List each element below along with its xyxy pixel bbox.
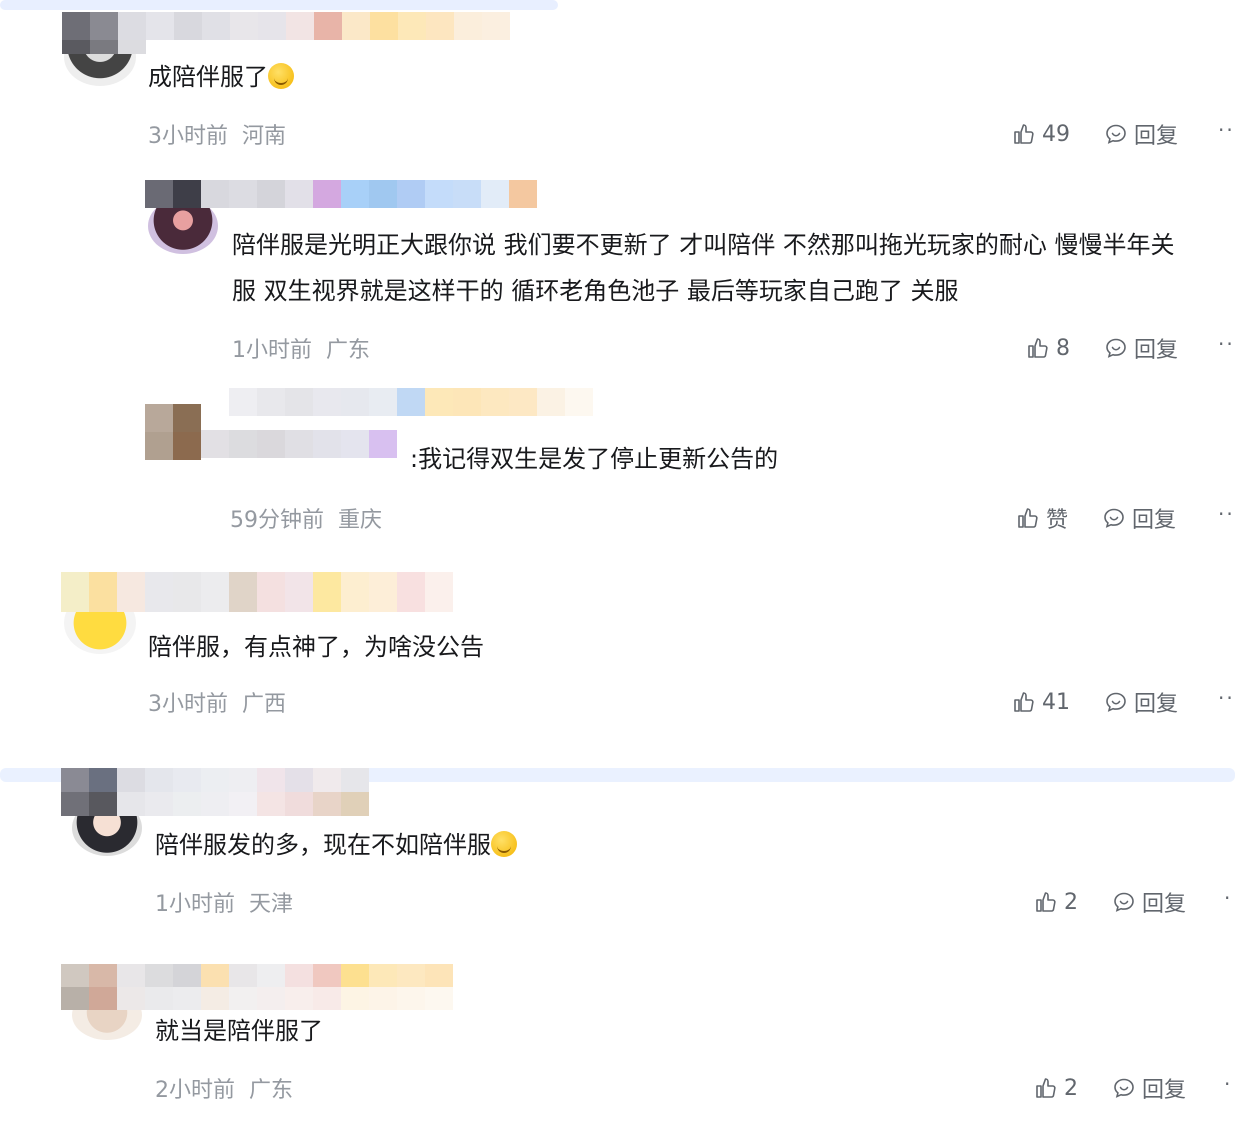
thumbs-up-icon [1014, 124, 1034, 144]
username-blur[interactable] [61, 572, 453, 612]
like-count: 2 [1064, 1075, 1078, 1101]
username-blur [201, 430, 397, 478]
comment-text: :我记得双生是发了停止更新公告的 [410, 445, 779, 473]
reply-bubble-icon [1104, 508, 1124, 528]
reply-button[interactable]: 回复 [1112, 1072, 1186, 1104]
like-button[interactable]: 2 [1034, 1076, 1078, 1101]
time: 3小时前 [148, 124, 228, 149]
reply-button[interactable]: 回复 [1102, 502, 1176, 534]
thumbs-up-icon [1018, 508, 1038, 528]
comment-text: 陪伴服是光明正大跟你说 我们要不更新了 才叫陪伴 不然那叫拖光玩家的耐心 慢慢半… [232, 222, 1175, 314]
comment-text-line: 服 双生视界就是这样干的 循环老角色池子 最后等玩家自己跑了 关服 [232, 277, 959, 305]
reply-bubble-icon [1114, 1078, 1134, 1098]
time: 3小时前 [148, 692, 228, 717]
comment-text-line: 陪伴服是光明正大跟你说 我们要不更新了 才叫陪伴 不然那叫拖光玩家的耐心 慢慢半… [232, 231, 1175, 259]
username-blur[interactable] [61, 768, 369, 816]
decor-bar [0, 0, 558, 10]
location: 广东 [326, 338, 371, 363]
like-count: 赞 [1046, 508, 1069, 533]
like-count: 8 [1056, 335, 1070, 361]
location: 河南 [242, 124, 287, 149]
time: 1小时前 [232, 338, 312, 363]
action-bar: 8 回复 [1026, 332, 1178, 364]
time: 2小时前 [155, 1078, 235, 1103]
username-blur[interactable] [62, 12, 510, 40]
action-bar: 2 回复 [1034, 1072, 1186, 1104]
comment-text: 就当是陪伴服了 [155, 1017, 323, 1045]
thumbs-up-icon [1028, 338, 1048, 358]
reply-bubble-icon [1106, 124, 1126, 144]
like-count: 49 [1042, 121, 1070, 147]
like-count: 41 [1042, 689, 1070, 715]
location: 重庆 [338, 508, 383, 533]
comment-meta: 1小时前 天津 [155, 886, 293, 918]
like-button[interactable]: 赞 [1016, 502, 1068, 534]
more-options-icon[interactable]: · [1224, 886, 1232, 910]
like-button[interactable]: 2 [1034, 890, 1078, 915]
yawn-emoji-icon [268, 63, 294, 89]
comment-meta: 3小时前 河南 [148, 118, 286, 150]
like-button[interactable]: 49 [1012, 122, 1070, 147]
thumbs-up-icon [1036, 892, 1056, 912]
username-blur[interactable] [145, 180, 537, 208]
username-blur [62, 40, 146, 54]
like-count: 2 [1064, 889, 1078, 915]
username-blur[interactable] [61, 964, 453, 1010]
reply-button[interactable]: 回复 [1104, 332, 1178, 364]
comment-meta: 59分钟前 重庆 [230, 502, 382, 534]
reply-label: 回复 [1134, 124, 1179, 149]
thumbs-up-icon [1014, 692, 1034, 712]
reply-button[interactable]: 回复 [1104, 686, 1178, 718]
more-options-icon[interactable]: ·· [1218, 332, 1235, 356]
more-options-icon[interactable]: · [1224, 1072, 1232, 1096]
comment-text: 成陪伴服了 [148, 54, 294, 100]
reply-button[interactable]: 回复 [1112, 886, 1186, 918]
reply-bubble-icon [1106, 338, 1126, 358]
time: 59分钟前 [230, 508, 324, 533]
comment-meta: 3小时前 广西 [148, 686, 286, 718]
comment-meta: 2小时前 广东 [155, 1072, 293, 1104]
reply-button[interactable]: 回复 [1104, 118, 1178, 150]
thumbs-up-icon [1036, 1078, 1056, 1098]
reply-label: 回复 [1134, 338, 1179, 363]
like-button[interactable]: 8 [1026, 336, 1070, 361]
action-bar: 2 回复 [1034, 886, 1186, 918]
avatar-blur[interactable] [145, 404, 201, 460]
time: 1小时前 [155, 892, 235, 917]
location: 广西 [242, 692, 287, 717]
comment-text: 陪伴服发的多，现在不如陪伴服 [155, 822, 517, 868]
action-bar: 49 回复 [1012, 118, 1178, 150]
reply-bubble-icon [1114, 892, 1134, 912]
location: 广东 [249, 1078, 294, 1103]
reply-label: 回复 [1142, 1078, 1187, 1103]
reply-label: 回复 [1142, 892, 1187, 917]
reply-label: 回复 [1132, 508, 1177, 533]
more-options-icon[interactable]: ·· [1218, 502, 1235, 526]
reply-bubble-icon [1106, 692, 1126, 712]
action-bar: 赞 回复 [1016, 502, 1176, 534]
action-bar: 41 回复 [1012, 686, 1178, 718]
comment-text: 陪伴服，有点神了，为啥没公告 [148, 633, 484, 661]
comment-meta: 1小时前 广东 [232, 332, 370, 364]
location: 天津 [249, 892, 294, 917]
smile-emoji-icon [491, 831, 517, 857]
like-button[interactable]: 41 [1012, 690, 1070, 715]
more-options-icon[interactable]: ·· [1218, 118, 1235, 142]
username-blur[interactable] [229, 388, 593, 416]
more-options-icon[interactable]: ·· [1218, 686, 1235, 710]
reply-label: 回复 [1134, 692, 1179, 717]
